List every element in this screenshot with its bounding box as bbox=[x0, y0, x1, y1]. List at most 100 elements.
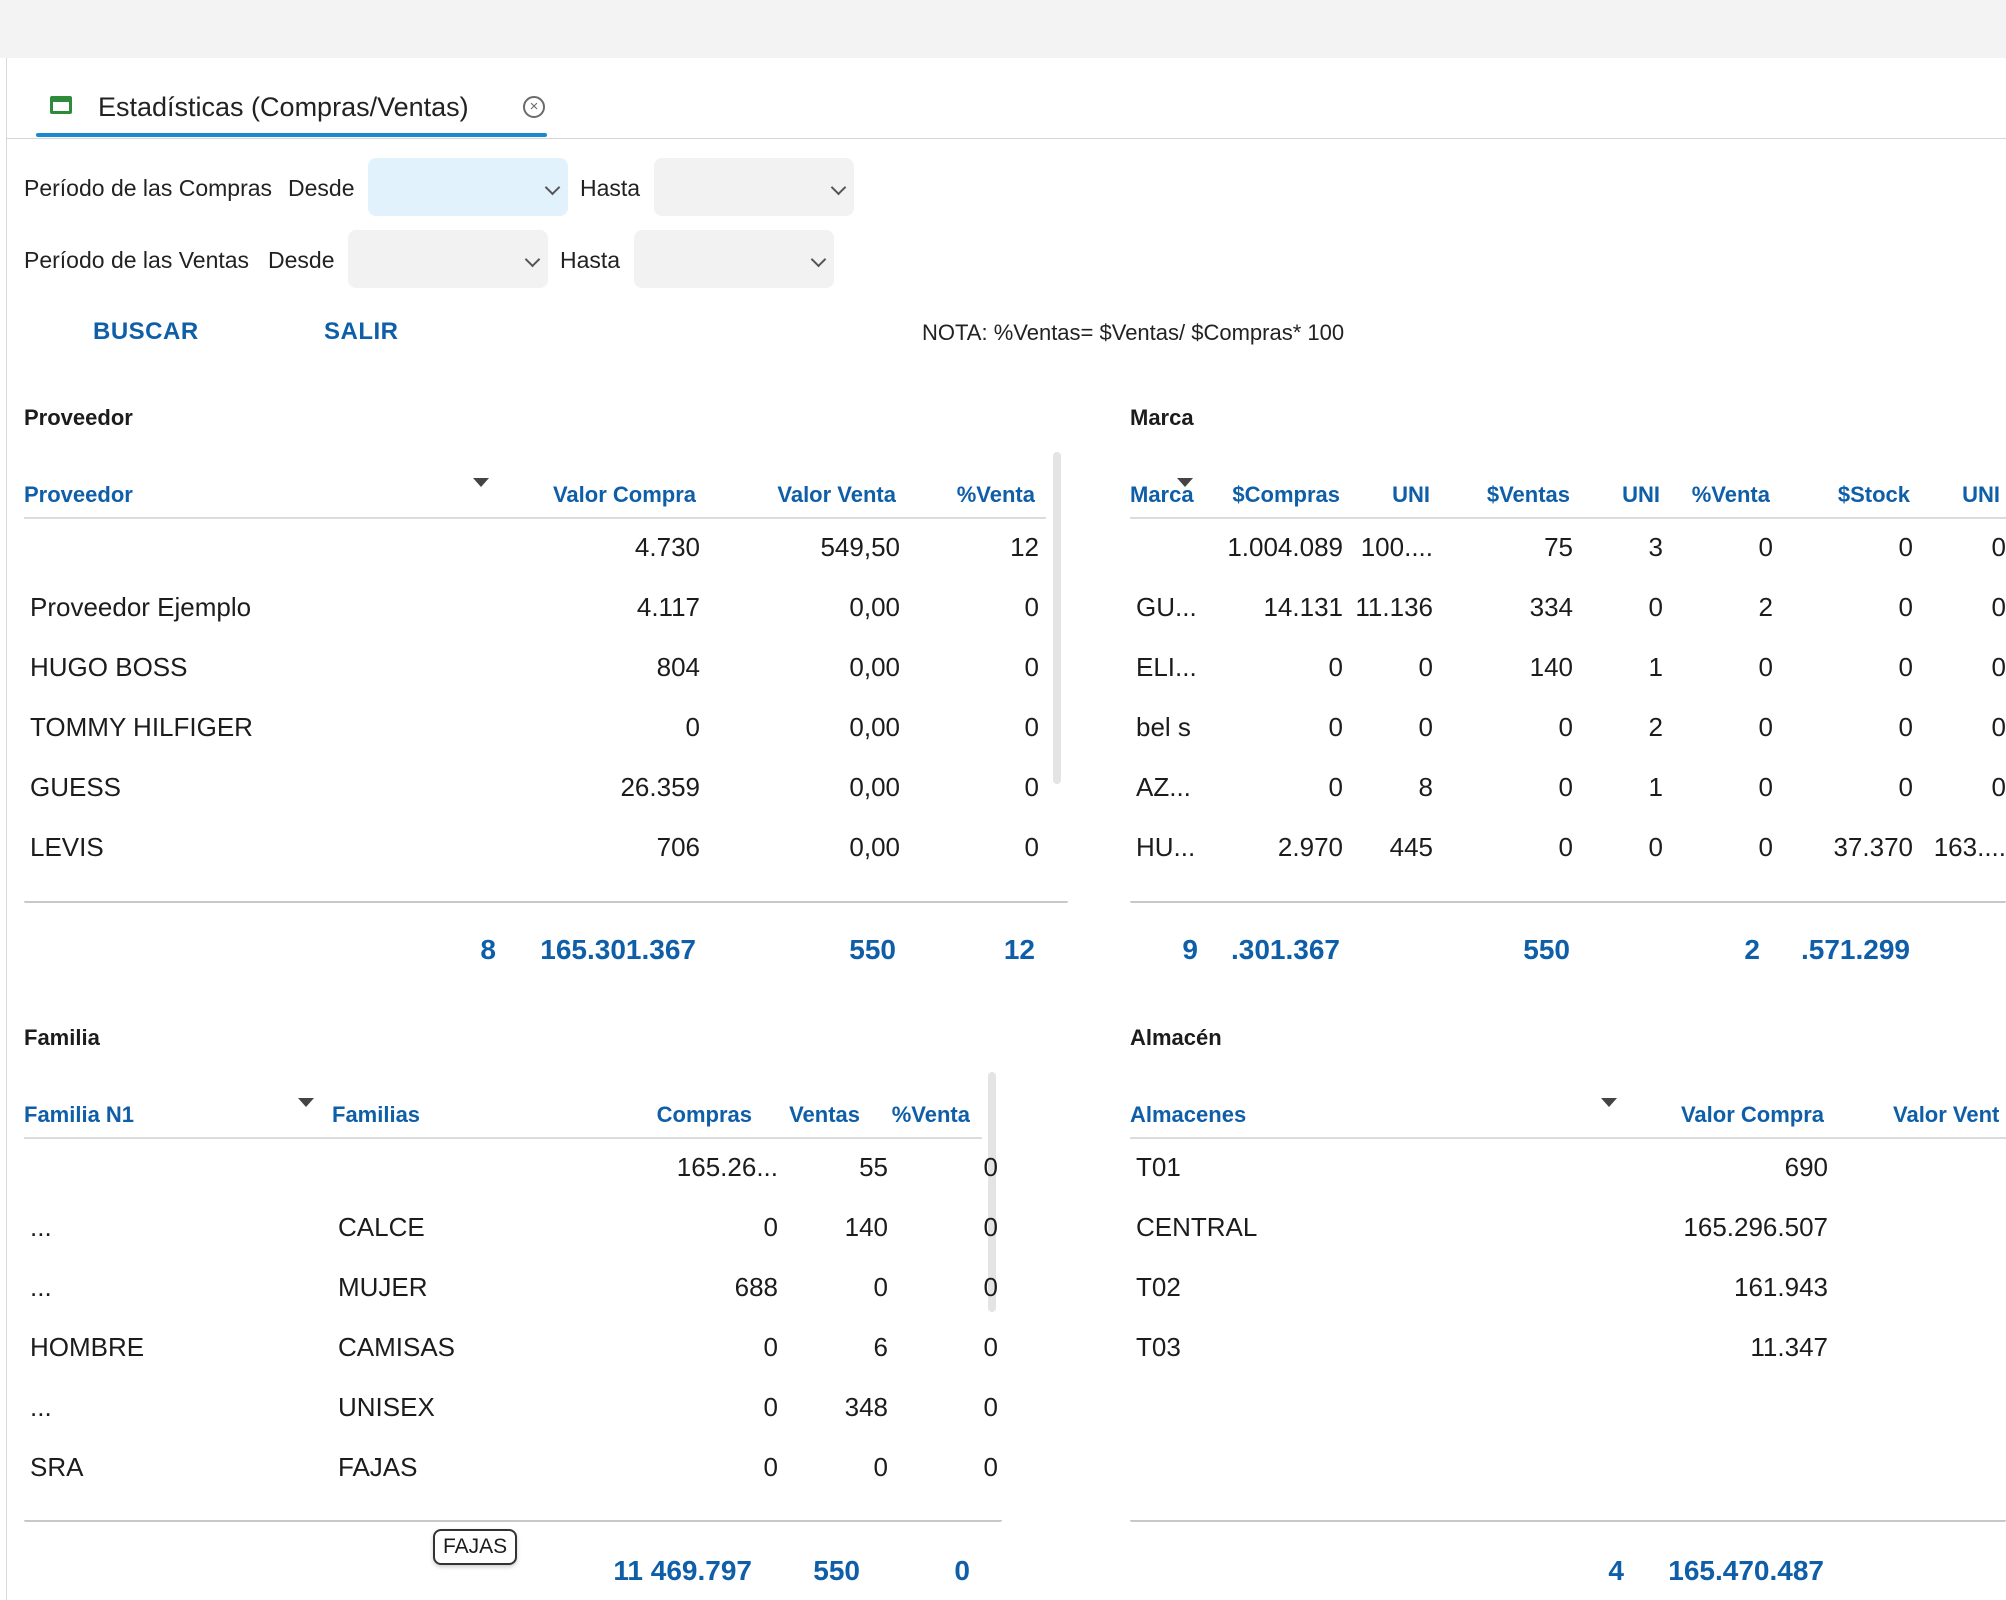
cell-compras: 2.970 bbox=[1277, 832, 1343, 862]
col-header-uni-ventas[interactable]: UNI bbox=[1570, 482, 1660, 508]
marca-total-stock: .571.299 bbox=[1801, 934, 1910, 965]
col-header-uni-stock[interactable]: UNI bbox=[1910, 482, 2000, 508]
cell-pct-venta: 2 bbox=[1758, 592, 1773, 622]
col-header-uni-compras[interactable]: UNI bbox=[1340, 482, 1430, 508]
proveedor-total-pct: 12 bbox=[1003, 934, 1035, 965]
compras-hasta-dropdown[interactable] bbox=[654, 158, 854, 216]
col-header-familias[interactable]: Familias bbox=[332, 1102, 552, 1128]
table-row[interactable]: HU... 2.970 445 0 0 0 37.370 163.... bbox=[1130, 832, 2006, 880]
col-header-compras[interactable]: Compras bbox=[570, 1102, 752, 1128]
col-header-pct-venta[interactable]: %Venta bbox=[900, 482, 1035, 508]
chevron-down-icon bbox=[524, 251, 541, 268]
col-header-almacenes[interactable]: Almacenes bbox=[1130, 1102, 1530, 1128]
cell-compras: 14.131 bbox=[1263, 592, 1343, 622]
cell-uni: 0 bbox=[1648, 832, 1663, 862]
sort-desc-icon[interactable] bbox=[1601, 1098, 1617, 1107]
cell-compras: 688 bbox=[734, 1272, 778, 1302]
cell-valor-venta: 0,00 bbox=[849, 712, 900, 742]
table-row[interactable]: ... MUJER 688 0 0 bbox=[24, 1272, 998, 1320]
table-row[interactable]: TOMMY HILFIGER 0 0,00 0 bbox=[24, 712, 1046, 760]
cell-pct-venta: 0 bbox=[1758, 712, 1773, 742]
proveedor-total-compra: 165.301.367 bbox=[540, 934, 696, 965]
cell-familias: CALCE bbox=[338, 1212, 425, 1242]
table-row[interactable]: ELI... 0 0 140 1 0 0 0 bbox=[1130, 652, 2006, 700]
cell-pct-venta: 0 bbox=[1024, 592, 1039, 622]
cell-marca: AZ... bbox=[1136, 772, 1191, 802]
col-header-stock[interactable]: $Stock bbox=[1770, 482, 1910, 508]
col-header-pct-venta[interactable]: %Venta bbox=[1660, 482, 1770, 508]
table-row[interactable]: T02 161.943 bbox=[1130, 1272, 2006, 1320]
cell-uni: 163.... bbox=[1933, 832, 2006, 862]
col-header-valor-compra[interactable]: Valor Compra bbox=[500, 482, 696, 508]
col-header-valor-venta[interactable]: Valor Venta bbox=[700, 482, 896, 508]
cell-pct-venta: 0 bbox=[983, 1332, 998, 1362]
table-row[interactable]: CENTRAL 165.296.507 bbox=[1130, 1212, 2006, 1260]
almacen-table-frame bbox=[1130, 1520, 2006, 1522]
col-header-valor-compra[interactable]: Valor Compra bbox=[1630, 1102, 1824, 1128]
cell-compras: 1.004.089 bbox=[1227, 532, 1343, 562]
table-row[interactable]: HOMBRE CAMISAS 0 6 0 bbox=[24, 1332, 998, 1380]
ventas-hasta-dropdown[interactable] bbox=[634, 230, 834, 288]
table-row[interactable]: SRA FAJAS 0 0 0 bbox=[24, 1452, 998, 1500]
table-row[interactable]: T03 11.347 bbox=[1130, 1332, 2006, 1380]
header-divider bbox=[24, 517, 1046, 519]
cell-uni: 3 bbox=[1648, 532, 1663, 562]
table-row[interactable]: GUESS 26.359 0,00 0 bbox=[24, 772, 1046, 820]
col-header-proveedor[interactable]: Proveedor bbox=[24, 482, 324, 508]
table-row[interactable]: HUGO BOSS 804 0,00 0 bbox=[24, 652, 1046, 700]
sort-desc-icon[interactable] bbox=[298, 1098, 314, 1107]
cell-marca: bel s bbox=[1136, 712, 1191, 742]
col-header-valor-venta[interactable]: Valor Vent bbox=[1893, 1102, 2006, 1128]
col-header-ventas[interactable]: Ventas bbox=[756, 1102, 860, 1128]
table-row[interactable]: 4.730 549,50 12 bbox=[24, 532, 1046, 580]
cell-valor-compra: 0 bbox=[685, 712, 700, 742]
sort-desc-icon[interactable] bbox=[1177, 478, 1193, 487]
cell-pct-venta: 0 bbox=[1024, 772, 1039, 802]
cell-valor-venta: 0,00 bbox=[849, 772, 900, 802]
cell-ventas: 0 bbox=[873, 1272, 888, 1302]
familia-total-compras: 11 469.797 bbox=[613, 1555, 752, 1586]
cell-pct-venta: 0 bbox=[1758, 772, 1773, 802]
close-tab-icon[interactable]: × bbox=[523, 96, 545, 118]
table-row[interactable]: LEVIS 706 0,00 0 bbox=[24, 832, 1046, 880]
almacen-section-title: Almacén bbox=[1130, 1025, 1222, 1050]
table-row[interactable]: GU... 14.131 11.136 334 0 2 0 0 bbox=[1130, 592, 2006, 640]
cell-familia-n1: SRA bbox=[30, 1452, 84, 1482]
ventas-desde-dropdown[interactable] bbox=[348, 230, 548, 288]
cell-marca: HU... bbox=[1136, 832, 1196, 862]
header-divider bbox=[1130, 517, 2006, 519]
tab-title[interactable]: Estadísticas (Compras/Ventas) bbox=[98, 92, 469, 123]
table-row[interactable]: ... CALCE 0 140 0 bbox=[24, 1212, 998, 1260]
table-row[interactable]: AZ... 0 8 0 1 0 0 0 bbox=[1130, 772, 2006, 820]
table-row[interactable]: Proveedor Ejemplo 4.117 0,00 0 bbox=[24, 592, 1046, 640]
cell-uni: 0 bbox=[1418, 652, 1433, 682]
buscar-button[interactable]: BUSCAR bbox=[93, 318, 199, 346]
cell-pct-venta: 0 bbox=[1758, 652, 1773, 682]
table-row[interactable]: 1.004.089 100.... 75 3 0 0 0 bbox=[1130, 532, 2006, 580]
cell-almacen: T03 bbox=[1136, 1332, 1181, 1362]
salir-button[interactable]: SALIR bbox=[324, 318, 399, 346]
cell-stock: 0 bbox=[1898, 532, 1913, 562]
table-row[interactable]: 165.26... 55 0 bbox=[24, 1152, 998, 1200]
col-header-familia-n1[interactable]: Familia N1 bbox=[24, 1102, 264, 1128]
table-row[interactable]: bel s 0 0 0 2 0 0 0 bbox=[1130, 712, 2006, 760]
col-header-ventas[interactable]: $Ventas bbox=[1430, 482, 1570, 508]
col-header-compras[interactable]: $Compras bbox=[1200, 482, 1340, 508]
proveedor-scrollbar[interactable] bbox=[1053, 452, 1061, 784]
active-tab-indicator bbox=[36, 133, 547, 137]
cell-ventas: 140 bbox=[1529, 652, 1573, 682]
marca-total-compras: .301.367 bbox=[1231, 934, 1340, 965]
cell-ventas: 348 bbox=[844, 1392, 888, 1422]
cell-uni: 100.... bbox=[1360, 532, 1433, 562]
cell-proveedor: GUESS bbox=[30, 772, 122, 802]
window-top-bar bbox=[0, 0, 2006, 58]
sort-desc-icon[interactable] bbox=[473, 478, 489, 487]
table-row[interactable]: T01 690 bbox=[1130, 1152, 2006, 1200]
cell-uni: 445 bbox=[1389, 832, 1433, 862]
cell-uni: 1 bbox=[1648, 772, 1663, 802]
table-row[interactable]: ... UNISEX 0 348 0 bbox=[24, 1392, 998, 1440]
col-header-pct-venta[interactable]: %Venta bbox=[866, 1102, 970, 1128]
compras-desde-dropdown[interactable] bbox=[368, 158, 568, 216]
cell-familia-n1: HOMBRE bbox=[30, 1332, 145, 1362]
cell-ventas: 0 bbox=[1558, 832, 1573, 862]
